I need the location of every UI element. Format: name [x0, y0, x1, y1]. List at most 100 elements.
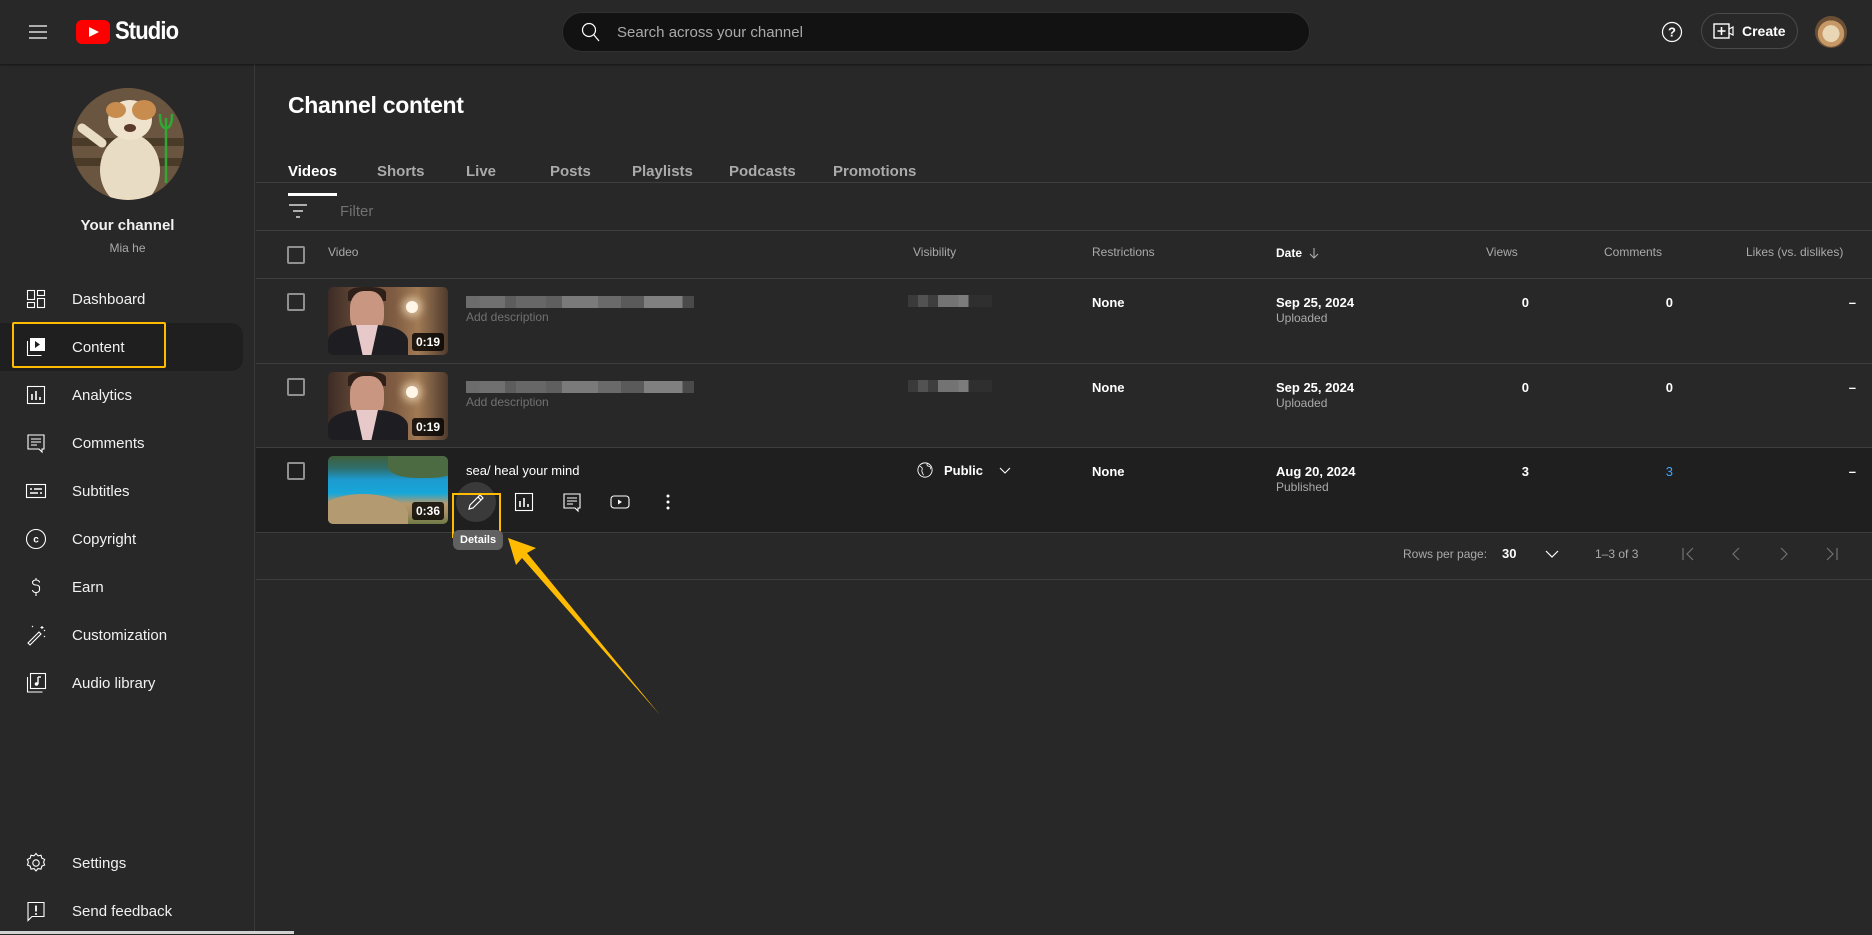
table-row[interactable]: 0:36 sea/ heal your mind Public None Aug… [256, 448, 1872, 532]
dashboard-icon [26, 289, 46, 309]
visibility-redacted[interactable] [908, 380, 992, 392]
comments-button[interactable] [552, 482, 592, 522]
search-bar[interactable] [562, 12, 1310, 52]
sidebar-item-audio-library[interactable]: Audio library [0, 659, 255, 707]
date-status: Uploaded [1276, 311, 1328, 325]
date-status: Uploaded [1276, 396, 1328, 410]
column-header-restrictions: Restrictions [1092, 245, 1155, 259]
sidebar-item-send-feedback[interactable]: Send feedback [0, 887, 255, 935]
sidebar-item-label: Customization [72, 626, 168, 644]
sidebar-bottom-nav: Settings Send feedback [0, 852, 255, 935]
select-all-checkbox[interactable] [287, 246, 305, 264]
sort-down-icon [1309, 248, 1319, 259]
subtitles-icon [25, 483, 47, 499]
sidebar-item-label: Audio library [72, 674, 156, 692]
table-row[interactable]: 0:19 Add description None Sep 25, 2024 U… [256, 364, 1872, 448]
likes-value: – [1848, 295, 1856, 310]
video-title-redacted[interactable] [466, 381, 694, 393]
video-description[interactable]: Add description [466, 310, 549, 324]
video-duration: 0:19 [411, 418, 444, 436]
divider [256, 579, 1872, 580]
analytics-icon [514, 492, 534, 512]
tab-videos[interactable]: Videos [288, 146, 337, 196]
sidebar-item-label: Dashboard [72, 290, 146, 308]
row-checkbox[interactable] [287, 462, 305, 480]
comments-icon [563, 493, 581, 513]
next-page-icon[interactable] [1772, 542, 1796, 566]
sidebar-item-subtitles[interactable]: Subtitles [0, 467, 255, 515]
tab-posts[interactable]: Posts [550, 146, 591, 196]
visibility-redacted[interactable] [908, 295, 992, 307]
sidebar-item-label: Settings [72, 854, 127, 872]
column-header-likes[interactable]: Likes (vs. dislikes) [1746, 245, 1843, 259]
visibility-dropdown[interactable]: Public [916, 461, 1013, 479]
content-tabs: Videos Shorts Live Posts Playlists Podca… [288, 146, 916, 196]
analytics-button[interactable] [504, 482, 544, 522]
previous-page-icon[interactable] [1724, 542, 1748, 566]
menu-icon[interactable] [26, 20, 50, 44]
column-header-visibility[interactable]: Visibility [913, 245, 956, 259]
sidebar-item-copyright[interactable]: c Copyright [0, 515, 255, 563]
more-options-button[interactable] [648, 482, 688, 522]
sidebar-item-earn[interactable]: Earn [0, 563, 255, 611]
page-range: 1–3 of 3 [1595, 547, 1639, 561]
view-on-youtube-button[interactable] [600, 482, 640, 522]
first-page-icon[interactable] [1676, 542, 1700, 566]
divider [256, 182, 1872, 183]
account-avatar[interactable] [1815, 16, 1847, 48]
restrictions-value: None [1092, 295, 1125, 310]
column-header-date[interactable]: Date [1276, 245, 1322, 261]
details-button[interactable] [456, 482, 496, 522]
tab-live[interactable]: Live [466, 146, 496, 196]
content-icon [26, 338, 45, 357]
row-checkbox[interactable] [287, 378, 305, 396]
rows-per-page-value[interactable]: 30 [1502, 546, 1516, 561]
channel-name: Mia he [109, 241, 146, 255]
last-page-icon[interactable] [1820, 542, 1844, 566]
channel-title: Your channel [80, 217, 175, 234]
sidebar-item-analytics[interactable]: Analytics [0, 371, 255, 419]
video-thumbnail[interactable]: 0:19 [328, 372, 448, 440]
tab-podcasts[interactable]: Podcasts [729, 146, 796, 196]
create-button[interactable]: Create [1701, 13, 1798, 49]
top-bar: Studio ? Create [0, 0, 1872, 64]
sidebar-item-content[interactable]: Content [0, 323, 243, 371]
globe-icon [917, 462, 933, 478]
video-thumbnail[interactable]: 0:36 [328, 456, 448, 524]
help-icon[interactable]: ? [1660, 20, 1684, 44]
video-description[interactable]: Add description [466, 395, 549, 409]
tab-promotions[interactable]: Promotions [833, 146, 916, 196]
views-value: 0 [1521, 295, 1529, 310]
channel-avatar[interactable] [72, 88, 184, 200]
column-header-views[interactable]: Views [1486, 245, 1518, 259]
video-duration: 0:19 [411, 333, 444, 351]
copyright-icon: c [25, 528, 47, 550]
filter-input[interactable] [340, 197, 940, 225]
tab-shorts[interactable]: Shorts [377, 146, 425, 196]
sidebar-item-customization[interactable]: Customization [0, 611, 255, 659]
comments-value: 0 [1665, 295, 1673, 310]
sidebar-item-settings[interactable]: Settings [0, 839, 255, 887]
row-checkbox[interactable] [287, 293, 305, 311]
visibility-value: Public [944, 462, 984, 478]
table-row[interactable]: 0:19 Add description None Sep 25, 2024 U… [256, 279, 1872, 363]
video-title-redacted[interactable] [466, 296, 694, 308]
filter-icon[interactable] [286, 199, 310, 223]
rows-per-page-label: Rows per page: [1403, 547, 1488, 561]
studio-logo[interactable]: Studio [76, 17, 187, 46]
column-header-comments[interactable]: Comments [1604, 245, 1662, 259]
chevron-down-icon[interactable] [1540, 542, 1564, 566]
chevron-down-icon [999, 467, 1011, 474]
video-thumbnail[interactable]: 0:19 [328, 287, 448, 355]
sidebar-item-dashboard[interactable]: Dashboard [0, 275, 255, 323]
search-input[interactable] [617, 23, 1257, 41]
sidebar-item-comments[interactable]: Comments [0, 419, 255, 467]
comments-link[interactable]: 3 [1633, 464, 1673, 479]
youtube-logo-icon [76, 19, 110, 44]
video-title[interactable]: sea/ heal your mind [466, 463, 579, 478]
pencil-icon [468, 494, 484, 510]
tab-playlists[interactable]: Playlists [632, 146, 693, 196]
divider [256, 230, 1872, 231]
audio-library-icon [26, 672, 47, 693]
date-status: Published [1276, 480, 1329, 494]
